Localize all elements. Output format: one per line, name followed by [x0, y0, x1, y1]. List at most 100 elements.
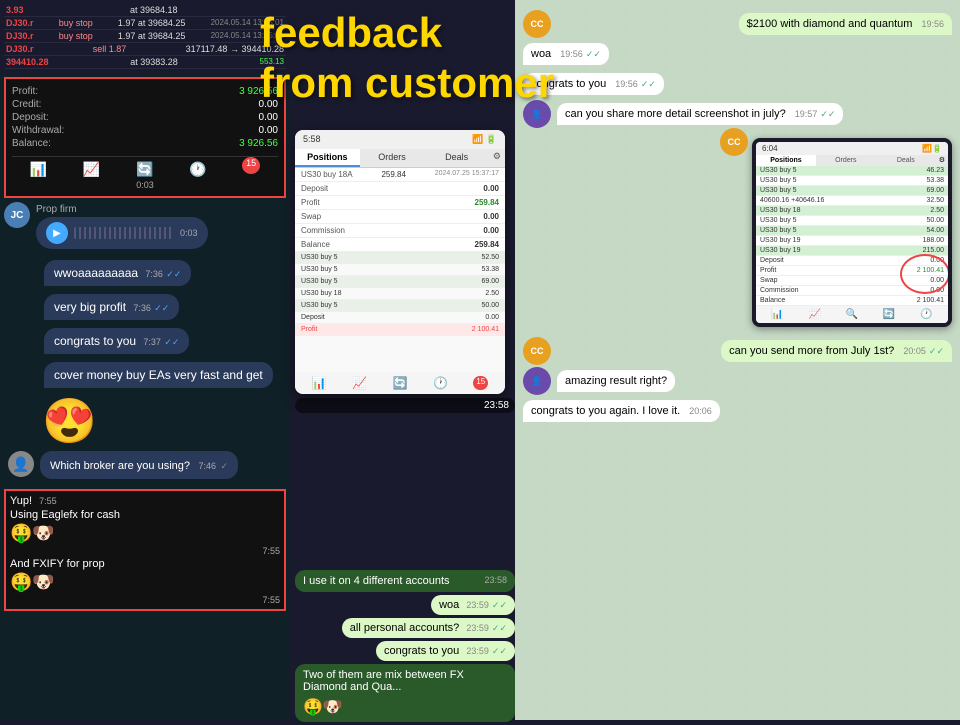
phone-data-row: Commission 0.00 [295, 224, 505, 238]
chart-icon[interactable]: 📈 [83, 161, 100, 178]
right-chat-area: $2100 with diamond and quantum 19:56 CC … [515, 0, 960, 676]
trade-icon-right[interactable]: 🔄 [883, 309, 895, 320]
emoji-mix: 🤑🐶 [303, 697, 507, 717]
phone-status-bar: 5:58 📶 🔋 [295, 130, 505, 149]
mix-message-bubble: Two of them are mix between FX Diamond a… [295, 664, 515, 722]
right-phone-row: US30 buy 182.50 [756, 206, 948, 216]
phone-screenshot-mid: 5:58 📶 🔋 Positions Orders Deals ⚙ US30 b… [295, 130, 505, 394]
history-footer-icon[interactable]: 🕐 [433, 376, 448, 390]
summary-row-profit: Profit: 3 926.56 [12, 85, 278, 98]
list-item: congrats to you 19:56 ✓✓ [523, 70, 952, 98]
message-bubble: congrats to you 7:37 ✓✓ [44, 328, 189, 354]
list-item: 👤 can you share more detail screenshot i… [523, 100, 952, 128]
notification-badge: 15 [242, 157, 260, 174]
tab-positions[interactable]: Positions [295, 149, 360, 167]
search-icon-right[interactable]: 🔍 [846, 309, 858, 320]
bottom-section: Yup! 7:55 Using Eaglefx for cash 🤑🐶 7:55… [4, 489, 286, 611]
play-button[interactable]: ▶ [46, 222, 68, 244]
list-item: very big profit 7:36 ✓✓ [4, 291, 286, 323]
personal-accounts-row: all personal accounts? 23:59 ✓✓ [295, 618, 515, 638]
woa-row: woa 23:59 ✓✓ [295, 595, 515, 615]
summary-row-withdrawal: Withdrawal: 0.00 [12, 124, 278, 137]
audio-message-row: JC Prop firm ▶ 0:03 [0, 202, 290, 249]
table-row: DJ30.r buy stop 1.97 at 39684.25 2024.05… [4, 17, 286, 30]
timestamp-badge: 23:58 [295, 398, 515, 413]
avatar-unknown: 👤 [8, 451, 34, 477]
tab-orders[interactable]: Orders [360, 149, 425, 167]
right-phone-footer: 📊 📈 🔍 🔄 🕐 [756, 306, 948, 323]
right-phone-row: US30 buy 19215.00 [756, 246, 948, 256]
emoji-message: 😍 [42, 395, 282, 447]
right-phone-row: US30 buy 19188.00 [756, 236, 948, 246]
phone-footer: 📊 📈 🔄 🕐 15 [295, 372, 505, 394]
settings-icon[interactable]: ⚙ [489, 149, 505, 167]
scrollable-data: US30 buy 5 52.50 US30 buy 5 53.38 US30 b… [295, 252, 505, 372]
phone-screenshot-right: 6:04 📶🔋 Positions Orders Deals ⚙ US30 bu… [752, 132, 952, 333]
history-icon-right[interactable]: 🕐 [920, 309, 932, 320]
phone-data-row: Deposit 0.00 [295, 182, 505, 196]
avatar-cc-2: CC [523, 337, 551, 365]
woa-bubble: woa 23:59 ✓✓ [431, 595, 515, 615]
graph-footer-icon[interactable]: 📈 [352, 376, 367, 390]
message-congrats-again: congrats to you again. I love it. 20:06 [523, 400, 720, 422]
list-item: woa 19:56 ✓✓ [523, 40, 952, 68]
right-telegram-panel: $2100 with diamond and quantum 19:56 CC … [515, 0, 960, 720]
right-phone-row: US30 buy 546.23 [756, 166, 948, 176]
chat-messages-left: wwoaaaaaaaaa 7:36 ✓✓ very big profit 7:3… [0, 253, 290, 485]
trade-footer-icon[interactable]: 🔄 [393, 376, 408, 390]
summary-row-balance: Balance: 3 926.56 [12, 137, 278, 150]
emoji-fxify: 🤑🐶 [10, 572, 280, 593]
chart-footer-icon[interactable]: 📊 [312, 376, 327, 390]
left-chat-panel: 3.93 at 39684.18 DJ30.r buy stop 1.97 at… [0, 0, 290, 720]
audio-message[interactable]: ▶ 0:03 [36, 217, 208, 249]
table-row: DJ30.r buy stop 1.97 at 39684.25 2024.05… [4, 30, 286, 43]
avatar-jc: JC [4, 202, 30, 228]
avatar-cc-phone: CC [720, 128, 748, 156]
list-item: can you send more from July 1st? 20:05 ✓… [523, 337, 952, 365]
summary-area-right: Deposit0.00 Profit2 100.41 Swap0.00 Comm… [756, 256, 948, 306]
graph-icon-right[interactable]: 📈 [809, 309, 821, 320]
tab-deals-right[interactable]: Deals [876, 155, 936, 166]
summary-row-deposit: Deposit: 0.00 [12, 111, 278, 124]
list-item: cover money buy EAs very fast and get [4, 359, 286, 391]
phone-tabs: Positions Orders Deals ⚙ [295, 149, 505, 168]
summary-box: Profit: 3 926.56 Credit: 0.00 Deposit: 0… [4, 77, 286, 198]
congrats-row-mid: congrats to you 23:59 ✓✓ [295, 641, 515, 661]
phone-data-row: US30 buy 18A 259.84 2024.07.25 15:37:17 [295, 168, 505, 182]
right-phone-device: 6:04 📶🔋 Positions Orders Deals ⚙ US30 bu… [752, 138, 952, 327]
right-phone-row: US30 buy 554.00 [756, 226, 948, 236]
eaglefx-message: Using Eaglefx for cash [10, 509, 280, 521]
tab-deals[interactable]: Deals [424, 149, 489, 167]
audio-timestamp: 0:03 [12, 180, 278, 190]
phone-screenshot-row-right: 6:04 📶🔋 Positions Orders Deals ⚙ US30 bu… [523, 132, 952, 333]
notification-footer: 15 [473, 376, 488, 390]
tab-positions-right[interactable]: Positions [756, 155, 816, 166]
right-phone-row: US30 buy 553.38 [756, 176, 948, 186]
list-item: $2100 with diamond and quantum 19:56 CC [523, 10, 952, 38]
broker-message: Which broker are you using? 7:46 ✓ [40, 451, 238, 479]
phone-data-row: Balance 259.84 [295, 238, 505, 252]
settings-icon-right[interactable]: ⚙ [936, 155, 948, 166]
trade-table: 3.93 at 39684.18 DJ30.r buy stop 1.97 at… [0, 0, 290, 73]
table-row: 3.93 at 39684.18 [4, 4, 286, 17]
fxify-message: And FXIFY for prop [10, 558, 280, 570]
message-send-more: can you send more from July 1st? 20:05 ✓… [721, 340, 952, 362]
chart-icon-right[interactable]: 📊 [771, 309, 783, 320]
message-bubble: cover money buy EAs very fast and get [44, 362, 273, 388]
message-amazing: amazing result right? [557, 370, 675, 392]
personal-accounts-bubble: all personal accounts? 23:59 ✓✓ [342, 618, 515, 638]
page-title: feedback from customer [260, 8, 554, 109]
right-phone-inner: 6:04 📶🔋 Positions Orders Deals ⚙ US30 bu… [756, 142, 948, 323]
history-icon[interactable]: 🕐 [189, 161, 206, 178]
audio-duration: 0:03 [180, 228, 198, 238]
trade-icon[interactable]: 🔄 [136, 161, 153, 178]
message-bubble: very big profit 7:36 ✓✓ [44, 294, 179, 320]
chat-bubble-accounts: I use it on 4 different accounts 23:58 [295, 570, 515, 592]
sender-label: Prop firm [36, 202, 290, 217]
tab-orders-right[interactable]: Orders [816, 155, 876, 166]
yup-message: Yup! 7:55 [10, 495, 280, 507]
summary-row-credit: Credit: 0.00 [12, 98, 278, 111]
right-phone-row: US30 buy 550.00 [756, 216, 948, 226]
broker-question-row: 👤 Which broker are you using? 7:46 ✓ [4, 451, 286, 479]
quotes-icon[interactable]: 📊 [30, 161, 47, 178]
